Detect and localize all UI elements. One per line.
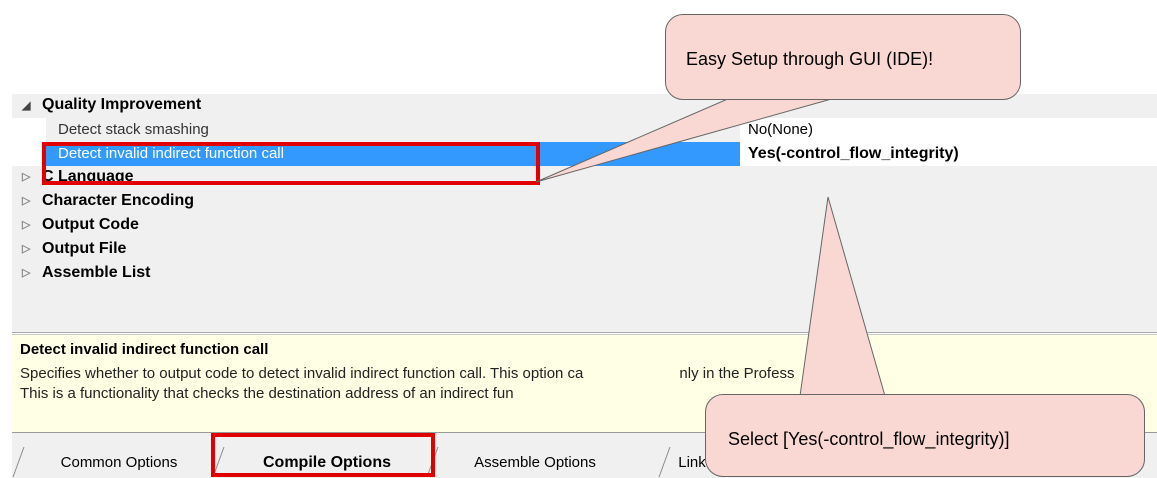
callout-tail-setup — [535, 97, 836, 183]
callout-tail-select — [799, 196, 886, 397]
callout-select: Select [Yes(-control_flow_integrity)] — [705, 394, 1145, 477]
callout-setup-text: Easy Setup through GUI (IDE)! — [686, 49, 934, 69]
callout-select-text: Select [Yes(-control_flow_integrity)] — [728, 429, 1010, 449]
callout-setup: Easy Setup through GUI (IDE)! — [665, 14, 1021, 100]
